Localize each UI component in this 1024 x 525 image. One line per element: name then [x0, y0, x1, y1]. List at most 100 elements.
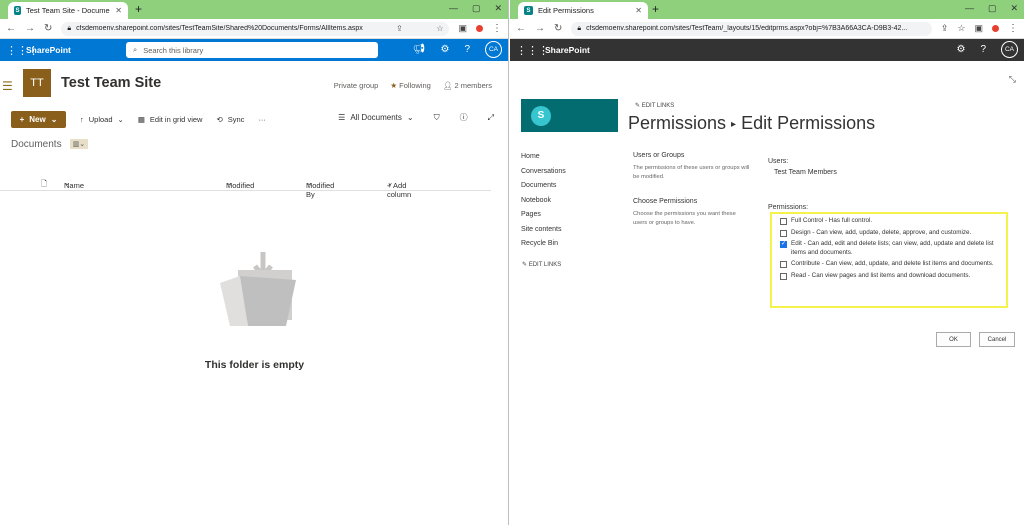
search-input[interactable]: ⌕ Search this library: [126, 42, 378, 58]
nav-item-conversations[interactable]: Conversations: [521, 165, 566, 180]
site-logo[interactable]: S: [521, 99, 618, 132]
nav-item-notebook[interactable]: Notebook: [521, 194, 566, 209]
close-window-icon[interactable]: ✕: [1010, 3, 1018, 14]
browser-tab[interactable]: S Edit Permissions ✕: [518, 2, 648, 19]
forward-icon[interactable]: →: [535, 23, 545, 34]
checkbox-full-control[interactable]: [780, 218, 787, 225]
column-name[interactable]: Name ⌄: [64, 178, 84, 190]
sidepanel-icon[interactable]: ▣: [458, 23, 467, 34]
app-launcher-icon[interactable]: ⋮⋮⋮: [516, 44, 549, 57]
permission-contribute[interactable]: Contribute - Can view, add, update, and …: [780, 260, 998, 269]
expand-icon[interactable]: ⤢: [488, 113, 494, 123]
megaphone-icon[interactable]: 📢︎: [413, 44, 426, 55]
gear-icon[interactable]: ⚙: [956, 44, 965, 55]
help-icon[interactable]: ?: [980, 44, 986, 55]
sidepanel-icon[interactable]: ▣: [974, 23, 983, 34]
library-title[interactable]: Documents: [11, 139, 62, 150]
gear-icon[interactable]: ⚙: [440, 44, 449, 55]
reload-icon[interactable]: ↻: [554, 23, 562, 34]
cancel-button[interactable]: Cancel: [979, 332, 1015, 347]
checkbox-design[interactable]: [780, 229, 787, 237]
view-selector[interactable]: ☰ All Documents ⌄: [338, 113, 413, 122]
nav-item-home[interactable]: Home: [521, 150, 566, 165]
address-bar[interactable]: 🔒︎ cfsdemoenv.sharepoint.com/sites/TestT…: [571, 21, 932, 36]
minimize-icon[interactable]: —: [449, 3, 458, 14]
edit-links-top[interactable]: ✎ EDIT LINKS: [635, 102, 674, 109]
avatar[interactable]: CA: [485, 41, 502, 58]
file-type-icon[interactable]: 🗋︎: [41, 178, 47, 191]
close-tab-icon[interactable]: ✕: [635, 6, 642, 15]
hamburger-icon[interactable]: ☰: [2, 79, 13, 93]
suite-app-name[interactable]: SharePoint: [26, 45, 71, 55]
share-icon[interactable]: ⇪: [396, 24, 403, 33]
library-view-icon[interactable]: ▥⌄: [69, 139, 89, 149]
window-controls: — ▢ ✕: [449, 3, 502, 14]
browser-menu-icon[interactable]: ⋮: [1008, 23, 1018, 34]
following-button[interactable]: ★ Following: [390, 81, 431, 90]
section-users-or-groups: Users or Groups: [633, 152, 685, 159]
share-icon[interactable]: ⇪: [941, 23, 949, 34]
permissions-list: Full Control - Has full control. Design …: [770, 212, 1008, 308]
checkbox-edit[interactable]: ✓: [780, 241, 787, 248]
more-button[interactable]: ···: [258, 115, 266, 124]
permission-read[interactable]: Read - Can view pages and list items and…: [780, 272, 998, 281]
edit-links-nav[interactable]: ✎ EDIT LINKS: [522, 261, 561, 268]
address-bar-row: ← → ↻ 🔒︎ cfsdemoenv.sharepoint.com/sites…: [510, 19, 1024, 39]
maximize-icon[interactable]: ▢: [988, 3, 997, 14]
profile-dot-icon[interactable]: [476, 25, 483, 32]
sync-button[interactable]: ⟲ Sync: [216, 115, 244, 124]
nav-item-pages[interactable]: Pages: [521, 208, 566, 223]
permission-full-control[interactable]: Full Control - Has full control.: [780, 217, 998, 226]
members-button[interactable]: 👤︎ 2 members: [443, 81, 492, 90]
avatar[interactable]: CA: [1001, 41, 1018, 58]
search-placeholder: Search this library: [143, 45, 204, 55]
back-icon[interactable]: ←: [6, 23, 16, 34]
add-column-button[interactable]: + Add column ⌄: [387, 178, 411, 199]
permission-edit[interactable]: ✓ Edit - Can add, edit and delete lists; …: [780, 240, 998, 257]
nav-item-documents[interactable]: Documents: [521, 179, 566, 194]
upload-icon: ↑: [80, 114, 84, 124]
info-icon[interactable]: ⓘ: [460, 112, 468, 123]
checkbox-contribute[interactable]: [780, 261, 787, 268]
close-window-icon[interactable]: ✕: [494, 3, 502, 14]
minimize-icon[interactable]: —: [965, 3, 974, 14]
focus-mode-icon[interactable]: ⤡: [1009, 74, 1016, 85]
column-modified[interactable]: Modified ⌄: [226, 178, 254, 190]
reload-icon[interactable]: ↻: [44, 23, 52, 34]
bookmark-star-icon[interactable]: ☆: [436, 24, 443, 33]
star-icon: ★: [390, 81, 398, 90]
ok-button[interactable]: OK: [936, 332, 971, 347]
checkbox-read[interactable]: [780, 272, 787, 280]
nav-item-recycle-bin[interactable]: Recycle Bin: [521, 237, 566, 252]
close-tab-icon[interactable]: ✕: [115, 6, 122, 15]
edit-links-label: EDIT LINKS: [528, 262, 562, 268]
address-bar[interactable]: 🔒︎ cfsdemoenv.sharepoint.com/sites/TestT…: [61, 21, 450, 36]
sharepoint-library-window: S Test Team Site - Documents - All ✕ + —…: [0, 0, 509, 525]
browser-menu-icon[interactable]: ⋮: [492, 23, 502, 34]
page-title-main[interactable]: Permissions: [628, 113, 726, 133]
permission-design[interactable]: Design - Can view, add, update, delete, …: [780, 229, 998, 238]
new-tab-icon[interactable]: +: [135, 2, 142, 16]
app-launcher-icon[interactable]: ⋮⋮⋮: [6, 44, 39, 57]
help-icon[interactable]: ?: [464, 44, 470, 55]
grid-view-button[interactable]: ▦ Edit in grid view: [138, 115, 203, 124]
forward-icon[interactable]: →: [25, 23, 35, 34]
new-button[interactable]: + New ⌄: [11, 110, 66, 128]
profile-dot-icon[interactable]: [992, 25, 999, 32]
nav-item-site-contents[interactable]: Site contents: [521, 223, 566, 238]
site-title[interactable]: Test Team Site: [61, 75, 161, 91]
site-logo[interactable]: TT: [23, 69, 51, 97]
column-modified-by[interactable]: Modified By ⌄: [306, 178, 334, 199]
upload-button[interactable]: ↑ Upload ⌄: [80, 115, 124, 124]
maximize-icon[interactable]: ▢: [472, 3, 481, 14]
command-bar: + New ⌄ ↑ Upload ⌄ ▦ Edit in grid view ⟲ Sync …: [0, 106, 508, 132]
bookmark-star-icon[interactable]: ☆: [957, 23, 965, 34]
suite-app-name[interactable]: SharePoint: [545, 45, 590, 55]
new-tab-icon[interactable]: +: [652, 2, 659, 16]
browser-tab[interactable]: S Test Team Site - Documents - All ✕: [8, 2, 128, 19]
back-icon[interactable]: ←: [516, 23, 526, 34]
tab-bar: S Edit Permissions ✕ + — ▢ ✕: [510, 0, 1024, 19]
users-value: Test Team Members: [774, 169, 837, 176]
filter-icon[interactable]: ⛉: [434, 113, 440, 123]
sharepoint-favicon-icon: S: [524, 6, 533, 15]
